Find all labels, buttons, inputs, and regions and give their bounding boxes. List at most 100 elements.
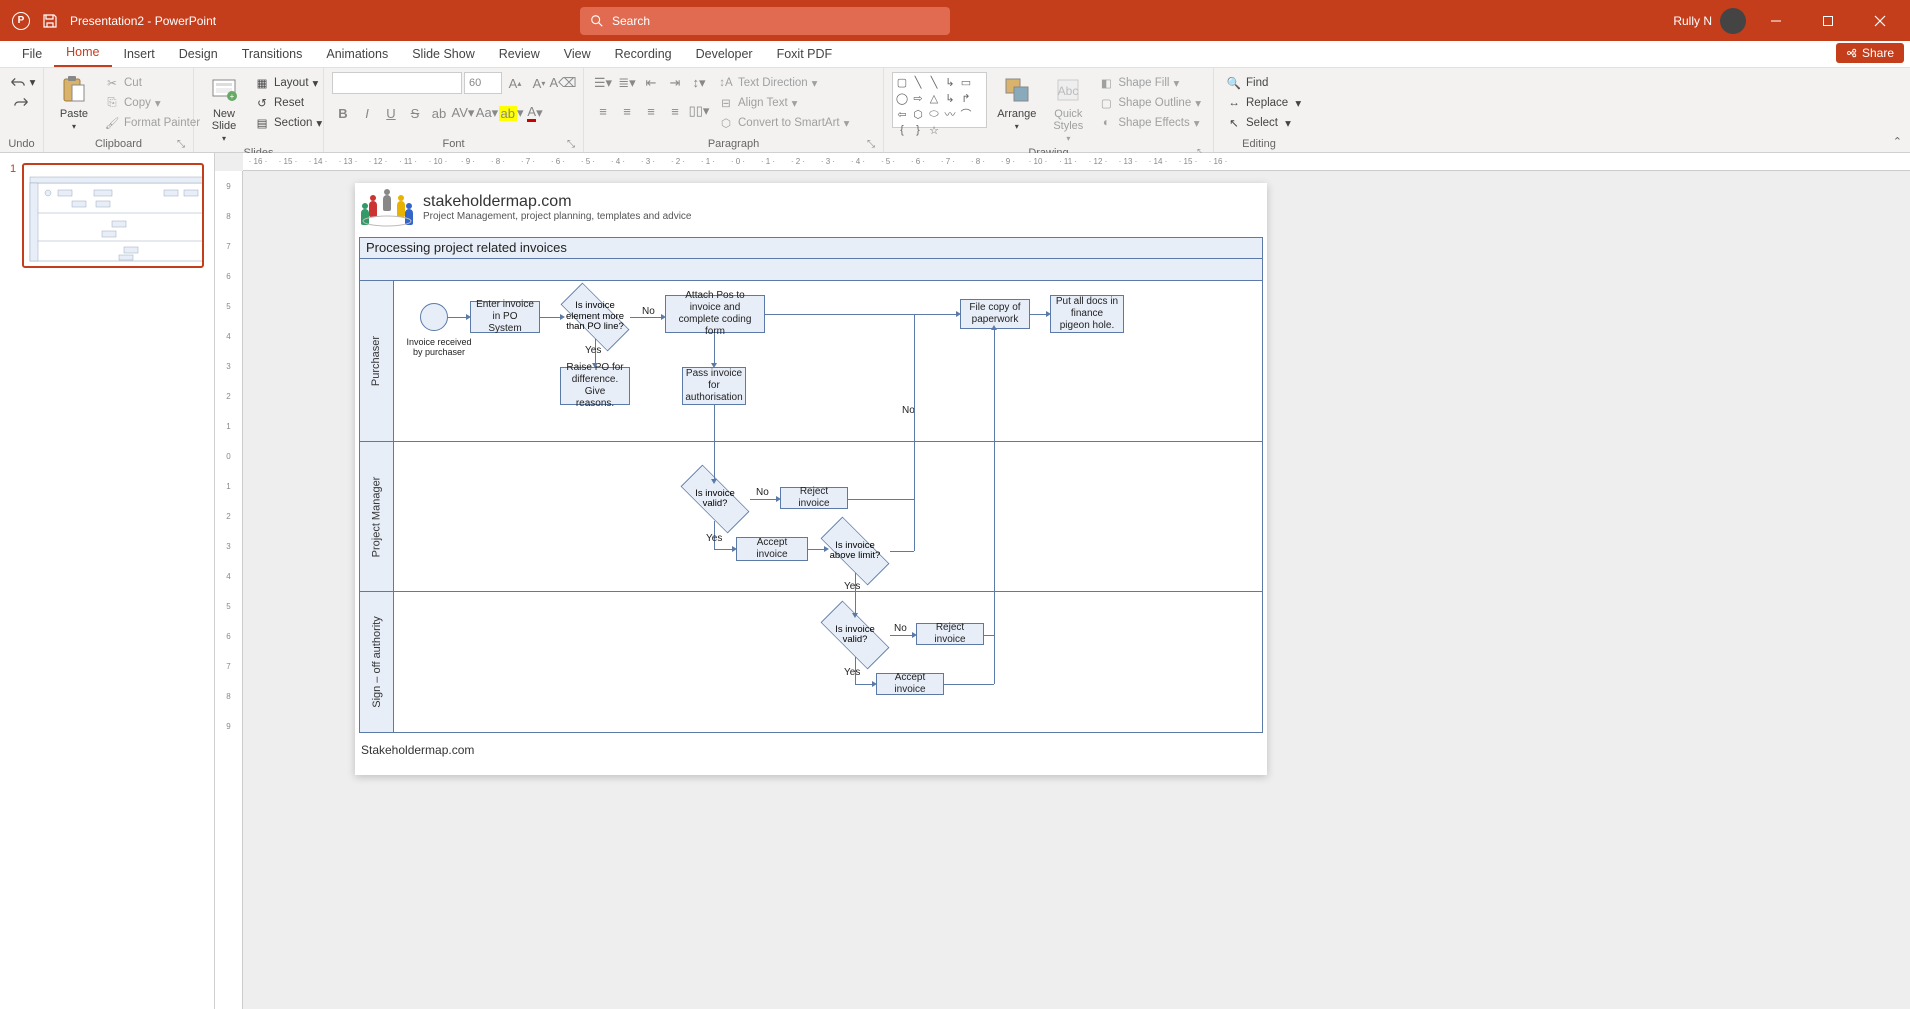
shape-connector2-icon: ↳ [943,91,957,105]
numbering-button[interactable]: ≣▾ [616,72,638,94]
copy-button[interactable]: ⎘Copy ▾ [100,94,204,112]
convert-smartart-button[interactable]: ⬡Convert to SmartArt ▾ [714,114,853,132]
maximize-button[interactable] [1806,0,1850,41]
clipboard-launcher[interactable]: ⤡ [177,139,185,150]
node-attach-pos: Attach Pos to invoice and complete codin… [665,295,765,333]
text-direction-button[interactable]: ↕AText Direction ▾ [714,74,853,92]
change-case-button[interactable]: Aa▾ [476,102,498,124]
shape-effects-button[interactable]: ◐Shape Effects ▾ [1094,114,1205,132]
tab-insert[interactable]: Insert [112,43,167,67]
italic-button[interactable]: I [356,102,378,124]
avatar[interactable] [1720,8,1746,34]
redo-button[interactable] [9,94,35,110]
tab-view[interactable]: View [552,43,603,67]
strikethrough-button[interactable]: S [404,102,426,124]
tab-design[interactable]: Design [167,43,230,67]
paste-button[interactable]: Paste ▾ [52,72,96,133]
search-box[interactable]: Search [580,7,950,35]
slide-canvas[interactable]: stakeholdermap.com Project Management, p… [355,183,1267,775]
select-icon: ↖ [1226,115,1242,131]
minimize-button[interactable] [1754,0,1798,41]
section-button[interactable]: ▤Section ▾ [250,114,326,132]
font-size-input[interactable] [464,72,502,94]
shape-line-icon: ╲ [911,75,925,89]
work-area: 1 [0,153,1910,1009]
font-family-input[interactable] [332,72,462,94]
underline-button[interactable]: U [380,102,402,124]
slide-thumbnail-1[interactable] [22,163,204,268]
clear-formatting-button[interactable]: A⌫ [552,72,574,94]
share-button[interactable]: Share [1836,43,1904,63]
shape-arrow2-icon: ⇦ [895,107,909,121]
thumbnail-panel[interactable]: 1 [0,153,215,1009]
tab-transitions[interactable]: Transitions [230,43,315,67]
justify-button[interactable]: ≡ [664,100,686,122]
node-is-element-more: Is invoice element more than PO line? [560,295,630,339]
flowchart-title: Processing project related invoices [359,237,1263,259]
align-text-button[interactable]: ⊟Align Text ▾ [714,94,853,112]
character-spacing-button[interactable]: AV▾ [452,102,474,124]
bullets-button[interactable]: ☰▾ [592,72,614,94]
increase-indent-button[interactable]: ⇥ [664,72,686,94]
node-accept-so: Accept invoice [876,673,944,695]
tab-animations[interactable]: Animations [314,43,400,67]
group-label-font: Font [442,136,464,150]
quick-styles-button[interactable]: Abc Quick Styles▾ [1046,72,1090,145]
cut-button[interactable]: ✂Cut [100,74,204,92]
slide-editor[interactable]: · 16 ·· 15 ·· 14 ·· 13 ·· 12 ·· 11 ·· 10… [215,153,1910,1009]
save-icon[interactable] [42,13,58,29]
node-accept-pm: Accept invoice [736,537,808,561]
tab-recording[interactable]: Recording [603,43,684,67]
tab-foxit[interactable]: Foxit PDF [765,43,845,67]
layout-button[interactable]: ▦Layout ▾ [250,74,326,92]
find-button[interactable]: 🔍Find [1222,74,1305,92]
shape-curve-icon: 〰 [943,107,957,121]
select-button[interactable]: ↖Select ▾ [1222,114,1305,132]
increase-font-button[interactable]: A▴ [504,72,526,94]
replace-button[interactable]: ↔Replace ▾ [1222,94,1305,112]
tab-review[interactable]: Review [487,43,552,67]
text-direction-icon: ↕A [718,75,734,91]
decrease-indent-button[interactable]: ⇤ [640,72,662,94]
highlight-button[interactable]: ab▾ [500,102,522,124]
shape-connector-icon: ↳ [943,75,957,89]
share-icon [1846,47,1858,59]
reset-button[interactable]: ↺Reset [250,94,326,112]
shape-outline-icon: ▢ [1098,95,1114,111]
new-slide-button[interactable]: + New Slide▾ [202,72,246,145]
paragraph-launcher[interactable]: ⤡ [867,139,875,150]
cut-icon: ✂ [104,75,120,91]
flowchart-subheader [359,259,1263,281]
label-no-2: No [756,487,769,498]
arrange-button[interactable]: Arrange▾ [991,72,1042,133]
align-right-button[interactable]: ≡ [640,100,662,122]
ruler-vertical: 9876543210123456789 [215,171,243,1009]
label-no-1: No [642,306,655,317]
close-button[interactable] [1858,0,1902,41]
tab-home[interactable]: Home [54,41,111,67]
tab-slideshow[interactable]: Slide Show [400,43,487,67]
line-spacing-button[interactable]: ↕▾ [688,72,710,94]
decrease-font-button[interactable]: A▾ [528,72,550,94]
align-left-button[interactable]: ≡ [592,100,614,122]
shape-outline-button[interactable]: ▢Shape Outline ▾ [1094,94,1205,112]
svg-text:+: + [230,92,235,101]
tab-developer[interactable]: Developer [684,43,765,67]
shape-fill-button[interactable]: ◧Shape Fill ▾ [1094,74,1205,92]
columns-button[interactable]: ▯▯▾ [688,100,710,122]
paste-icon [58,74,90,106]
tab-file[interactable]: File [10,43,54,67]
shape-line2-icon: ╲ [927,75,941,89]
bold-button[interactable]: B [332,102,354,124]
font-launcher[interactable]: ⤡ [567,139,575,150]
shapes-gallery[interactable]: ▢ ╲ ╲ ↳ ▭ ◯ ⇨ △ ↳ ↱ ⇦ ⬡ ⬭ 〰 ⌒ { } ☆ [892,72,987,128]
align-center-button[interactable]: ≡ [616,100,638,122]
format-painter-button[interactable]: 🖌Format Painter [100,114,204,132]
undo-button[interactable]: ▾ [4,74,40,90]
collapse-ribbon-button[interactable]: ⌃ [1893,135,1902,148]
font-color-button[interactable]: A▾ [524,102,546,124]
replace-icon: ↔ [1226,95,1242,111]
user-name[interactable]: Rully N [1673,14,1712,28]
shape-brace-l-icon: { [895,123,909,137]
text-shadow-button[interactable]: ab [428,102,450,124]
